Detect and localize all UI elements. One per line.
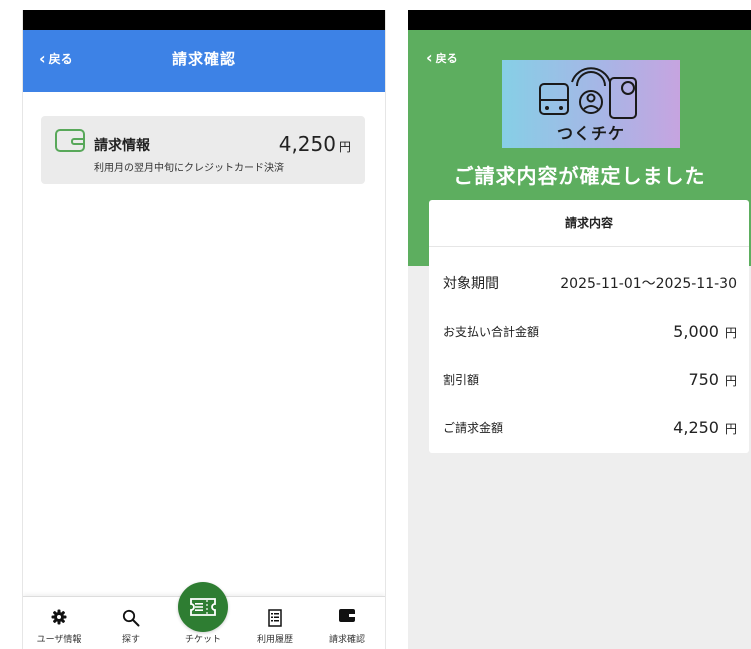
total-row: お支払い合計金額 5,000 円 (443, 316, 737, 346)
total-value: 5,000 (673, 321, 719, 341)
billing-amount-value: 4,250 (278, 132, 336, 156)
logo-text: つくチケ (556, 124, 625, 143)
billing-detail-card: 請求内容 対象期間 2025-11-01〜2025-11-30 お支払い合計金額… (429, 200, 749, 453)
period-value: 2025-11-01〜2025-11-30 (560, 276, 737, 292)
discount-value: 750 (688, 369, 719, 389)
tab-label: ユーザ情報 (36, 635, 82, 645)
gear-icon (51, 609, 67, 625)
discount-row: 割引額 750 円 (443, 364, 737, 394)
app-logo: つくチケ (502, 60, 680, 148)
discount-label: 割引額 (443, 372, 480, 387)
header-bar: ‹ 戻る 請求確認 (23, 30, 385, 92)
confirmation-title: ご請求内容が確定しました (453, 164, 706, 188)
billed-amount: 4,250 円 (673, 418, 737, 437)
discount-amount: 750 円 (688, 370, 737, 389)
chevron-left-icon: ‹ (426, 48, 433, 67)
ticket-icon (190, 598, 216, 616)
currency-label: 円 (724, 373, 737, 388)
currency-label: 円 (724, 325, 737, 340)
currency-label: 円 (724, 421, 737, 436)
total-amount: 5,000 円 (673, 322, 737, 341)
back-label: 戻る (435, 52, 458, 65)
tab-label: 探す (121, 635, 140, 645)
billing-amount: 4,250 円 (279, 132, 351, 156)
currency-label: 円 (338, 140, 351, 154)
search-icon (122, 609, 140, 627)
billing-info-card[interactable]: 請求情報 4,250 円 利用月の翌月中旬にクレジットカード決済 (41, 116, 365, 184)
tab-label: 利用履歴 (256, 635, 293, 645)
billing-info-subtitle: 利用月の翌月中旬にクレジットカード決済 (94, 163, 284, 174)
billing-screen: ‹ 戻る 請求確認 請求情報 4,250 円 利用月の翌月中旬にクレジットカード決… (22, 10, 386, 649)
status-bar (408, 10, 751, 30)
tab-label: チケット (184, 635, 221, 645)
transit-logo-icon (539, 67, 637, 119)
ticket-button[interactable] (178, 582, 228, 632)
history-icon (268, 609, 282, 627)
billed-row: ご請求金額 4,250 円 (443, 412, 737, 442)
billing-info-title: 請求情報 (94, 138, 150, 154)
period-row: 対象期間 2025-11-01〜2025-11-30 (443, 268, 737, 298)
total-label: お支払い合計金額 (443, 324, 540, 339)
back-button[interactable]: ‹ 戻る (426, 50, 458, 66)
billing-confirmed-screen: ‹ 戻る つくチケ ご請求内容が確定しました 請求内容 対象期間 2025-11… (408, 10, 751, 649)
billing-detail-heading: 請求内容 (429, 200, 749, 247)
tab-label: 請求確認 (328, 635, 365, 645)
page-title: 請求確認 (171, 50, 236, 68)
wallet-icon (339, 609, 355, 622)
status-bar (23, 10, 385, 30)
billed-label: ご請求金額 (443, 420, 504, 435)
wallet-icon (55, 129, 85, 152)
period-label: 対象期間 (443, 276, 499, 292)
billed-value: 4,250 (673, 417, 719, 437)
